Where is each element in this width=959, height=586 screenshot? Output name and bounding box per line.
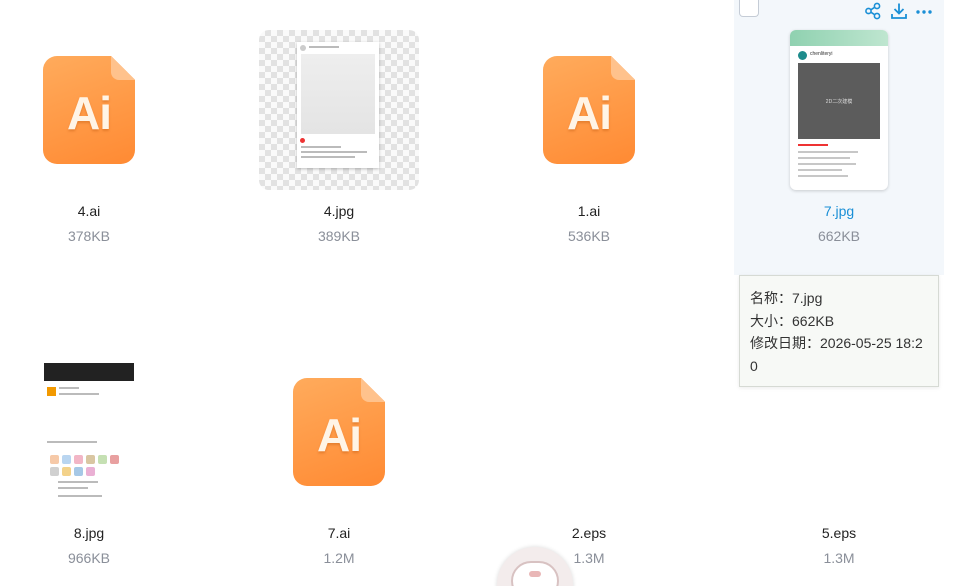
image-thumbnail xyxy=(44,363,134,509)
file-name[interactable]: 1.ai xyxy=(479,203,699,219)
ai-file-icon: Ai xyxy=(293,378,385,486)
file-size: 1.2M xyxy=(323,550,355,566)
post-preview xyxy=(297,42,379,168)
file-name[interactable]: 4.ai xyxy=(0,203,199,219)
file-name[interactable]: 5.eps xyxy=(729,525,949,541)
preview-caption: 2D二次建模 xyxy=(798,63,880,139)
file-tile[interactable]: 4.jpg 389KB xyxy=(229,0,449,260)
tooltip-size: 大小：662KB xyxy=(750,312,835,329)
image-thumbnail xyxy=(259,30,419,190)
file-tile[interactable]: Ai 1.ai 536KB xyxy=(479,0,699,260)
image-thumbnail: chenliteryi 2D二次建模 xyxy=(790,30,888,190)
file-size: 966KB xyxy=(67,550,111,566)
preview-username: chenliteryi xyxy=(810,51,833,57)
ai-file-icon: Ai xyxy=(543,56,635,164)
file-size: 536KB xyxy=(567,228,611,244)
tooltip-date: 修改日期：2026-05-25 18:20 xyxy=(750,335,923,374)
file-name[interactable]: 2.eps xyxy=(479,525,699,541)
file-name[interactable]: 7.jpg xyxy=(729,203,949,219)
ai-file-icon: Ai xyxy=(43,56,135,164)
file-size: 1.3M xyxy=(823,550,855,566)
tooltip-name: 名称：7.jpg xyxy=(750,290,823,306)
file-name[interactable]: 7.ai xyxy=(229,525,449,541)
file-tile[interactable]: Ai 7.ai 1.2M xyxy=(229,320,449,580)
file-info-tooltip: 名称：7.jpg 大小：662KB 修改日期：2026-05-25 18:20 xyxy=(739,275,939,387)
file-tile-selected[interactable]: chenliteryi 2D二次建模 7.jpg 662KB xyxy=(729,0,949,260)
file-size: 378KB xyxy=(67,228,111,244)
file-tile[interactable]: Ai 4.ai 378KB xyxy=(0,0,199,260)
preview-titlebar xyxy=(44,363,134,381)
file-size: 662KB xyxy=(817,228,861,244)
file-name[interactable]: 8.jpg xyxy=(0,525,199,541)
file-tile[interactable]: 2.eps 1.3M xyxy=(479,320,699,580)
file-tile[interactable]: 8.jpg 966KB xyxy=(0,320,199,580)
file-name[interactable]: 4.jpg xyxy=(229,203,449,219)
file-size: 389KB xyxy=(317,228,361,244)
